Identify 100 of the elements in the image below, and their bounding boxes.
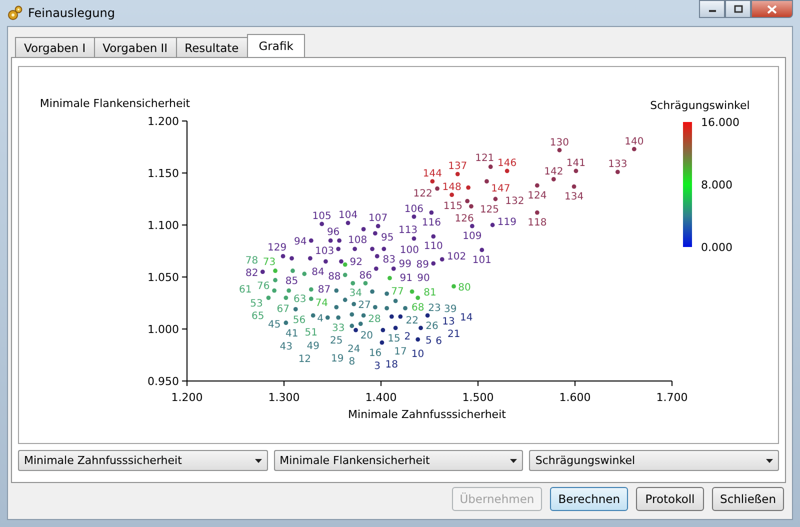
data-point — [412, 214, 416, 219]
colorbar-tick-label: 8.000 — [701, 178, 732, 192]
x-tick-label: 1.500 — [462, 391, 494, 404]
point-label: 92 — [350, 256, 362, 268]
data-point — [328, 238, 333, 243]
point-label: 81 — [424, 288, 436, 299]
data-point — [440, 257, 444, 262]
point-label: 86 — [359, 270, 372, 282]
close-icon — [767, 4, 777, 14]
point-label: 85 — [285, 276, 298, 287]
x-tick-label: 1.600 — [559, 391, 591, 404]
axis-dropdown[interactable]: Schrägungswinkel — [529, 450, 780, 471]
close-button[interactable] — [751, 0, 793, 18]
point-label: 96 — [326, 227, 340, 238]
data-point — [429, 210, 434, 215]
dialog-button[interactable]: Protokoll — [636, 487, 704, 511]
point-label: 109 — [462, 230, 482, 242]
point-label: 6 — [436, 336, 442, 347]
axis-dropdown[interactable]: Minimale Flankensicherheit — [274, 450, 524, 471]
data-point — [280, 254, 286, 258]
data-point — [284, 296, 288, 300]
data-point — [334, 288, 339, 293]
data-point — [398, 314, 403, 319]
data-point — [324, 259, 328, 264]
point-label: 99 — [398, 259, 412, 270]
data-point — [336, 315, 341, 320]
point-label: 10 — [411, 349, 424, 360]
data-point — [380, 340, 384, 345]
data-point — [266, 296, 271, 300]
data-point — [358, 322, 363, 326]
point-label: 83 — [382, 254, 396, 266]
point-label: 137 — [448, 161, 468, 172]
point-label: 142 — [544, 166, 564, 178]
point-label: 95 — [381, 232, 394, 244]
point-label: 100 — [400, 244, 420, 256]
minimize-button[interactable] — [699, 0, 725, 18]
data-point — [504, 168, 510, 174]
data-point — [380, 328, 386, 332]
point-label: 119 — [497, 217, 516, 228]
dialog-button[interactable]: Schließen — [712, 487, 784, 511]
data-point — [388, 276, 392, 280]
data-point — [350, 312, 354, 317]
point-label: 101 — [472, 254, 492, 266]
data-point — [325, 315, 330, 320]
maximize-button[interactable] — [725, 0, 751, 18]
y-tick-label: 1.100 — [148, 219, 179, 232]
point-label: 125 — [480, 204, 500, 216]
point-label: 26 — [426, 321, 438, 332]
point-label: 56 — [292, 315, 306, 326]
colorbar-title: Schrägungswinkel — [650, 99, 750, 112]
tab[interactable]: Grafik — [246, 34, 306, 57]
tab[interactable]: Vorgaben II — [94, 37, 177, 57]
point-label: 80 — [458, 282, 471, 294]
point-label: 34 — [349, 288, 362, 299]
point-label: 103 — [315, 246, 334, 258]
y-tick-label: 0.950 — [148, 375, 179, 388]
axis-dropdown[interactable]: Minimale Zahnfusssicherheit — [18, 450, 268, 471]
point-label: 23 — [428, 302, 441, 314]
data-point — [393, 298, 398, 304]
dialog-button[interactable]: Berechnen — [550, 487, 628, 511]
data-point — [382, 246, 386, 252]
data-point — [272, 288, 276, 293]
point-label: 102 — [446, 251, 466, 262]
data-point — [430, 179, 435, 184]
data-point — [302, 272, 307, 276]
data-point — [337, 238, 342, 243]
point-label: 124 — [528, 190, 547, 202]
tab[interactable]: Resultate — [176, 37, 248, 57]
point-label: 28 — [368, 314, 381, 325]
point-label: 45 — [268, 319, 281, 330]
data-point — [484, 179, 489, 184]
point-label: 2 — [404, 331, 411, 342]
data-point — [310, 313, 316, 318]
point-label: 20 — [360, 330, 374, 342]
data-point — [431, 234, 436, 239]
data-point — [363, 281, 368, 286]
data-point — [384, 306, 390, 310]
point-label: 88 — [328, 271, 341, 282]
colorbar-tick-label: 16.000 — [701, 116, 740, 129]
point-label: 67 — [276, 304, 290, 316]
point-label: 104 — [338, 210, 358, 222]
data-point — [488, 164, 493, 169]
data-point — [403, 306, 408, 310]
data-point — [286, 288, 292, 293]
point-label: 51 — [304, 328, 318, 339]
data-point — [384, 291, 390, 296]
data-point — [346, 220, 350, 226]
point-label: 122 — [413, 188, 432, 200]
data-point — [493, 196, 498, 202]
dropdown-arrow-icon — [766, 458, 774, 462]
y-axis-title: Minimale Flankensicherheit — [40, 97, 190, 110]
point-label: 106 — [404, 204, 424, 215]
data-point — [260, 270, 265, 274]
data-point — [418, 326, 423, 330]
point-label: 121 — [475, 153, 494, 164]
data-point — [615, 170, 620, 174]
point-label: 18 — [385, 360, 398, 371]
point-label: 43 — [280, 341, 292, 352]
tab[interactable]: Vorgaben I — [15, 37, 95, 57]
point-label: 77 — [391, 286, 404, 298]
